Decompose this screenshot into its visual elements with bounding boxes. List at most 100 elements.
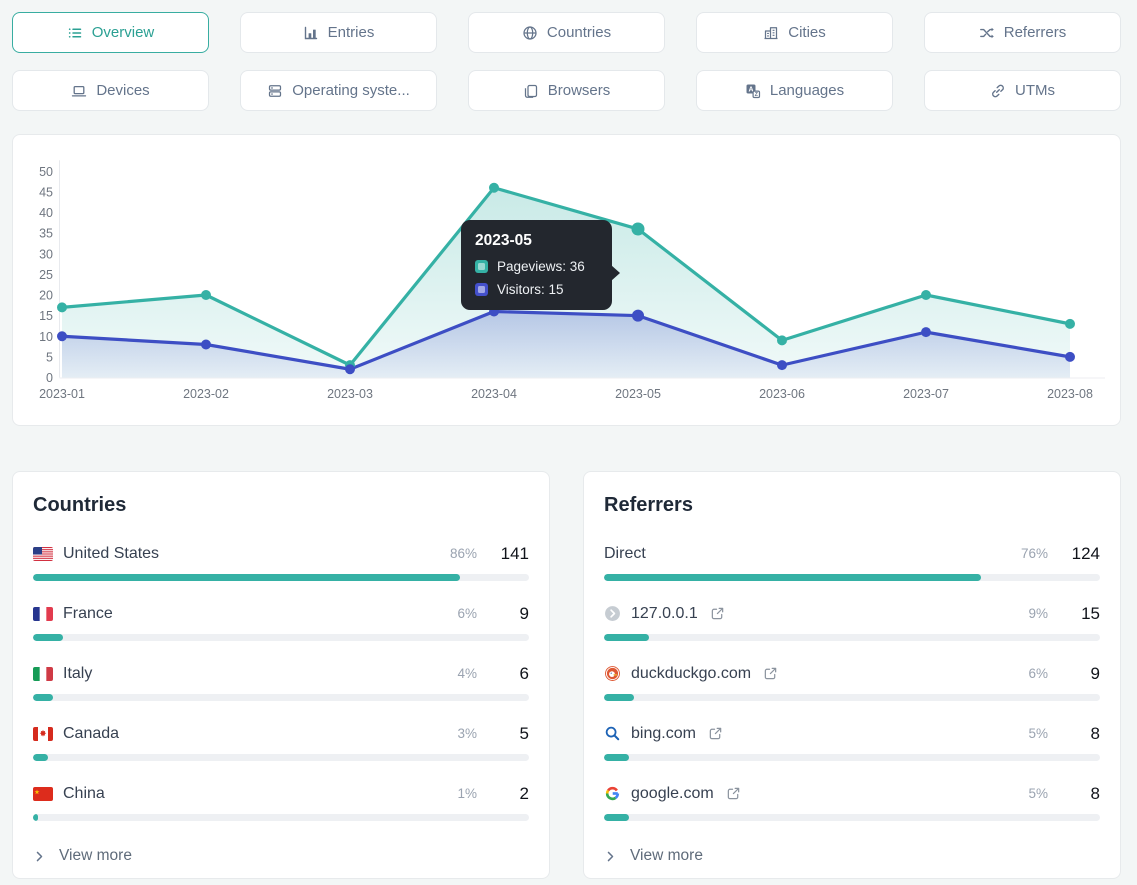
tab-languages[interactable]: AZ Languages	[696, 70, 893, 111]
svg-text:2023-01: 2023-01	[39, 387, 85, 401]
tooltip-pageviews-row: Pageviews: 36	[475, 259, 598, 274]
country-percent: 1%	[457, 786, 477, 801]
tab-label: Countries	[547, 24, 611, 41]
list-icon	[67, 25, 83, 41]
buildings-icon	[763, 25, 779, 41]
bing-favicon-icon	[604, 725, 621, 742]
flag-canada-icon	[33, 727, 53, 741]
countries-card: Countries United States 86% 141 France 6…	[12, 471, 550, 879]
progress-track	[604, 634, 1100, 641]
country-row[interactable]: France 6% 9	[33, 603, 529, 624]
referrer-percent: 5%	[1028, 726, 1048, 741]
flag-italy-icon	[33, 667, 53, 681]
tooltip-arrow	[611, 265, 620, 281]
country-value: 5	[495, 724, 529, 744]
tab-overview[interactable]: Overview	[12, 12, 209, 53]
tab-utms[interactable]: UTMs	[924, 70, 1121, 111]
country-value: 9	[495, 604, 529, 624]
tab-devices[interactable]: Devices	[12, 70, 209, 111]
translate-icon: AZ	[745, 83, 761, 99]
svg-text:2023-06: 2023-06	[759, 387, 805, 401]
referrers-view-more-button[interactable]: View more	[604, 847, 703, 865]
flag-china-icon	[33, 787, 53, 801]
tab-operating-systems[interactable]: Operating syste...	[240, 70, 437, 111]
country-row[interactable]: Canada 3% 5	[33, 723, 529, 744]
tab-cities[interactable]: Cities	[696, 12, 893, 53]
referrer-name: duckduckgo.com	[631, 665, 751, 683]
progress-track	[33, 754, 529, 761]
tab-referrers[interactable]: Referrers	[924, 12, 1121, 53]
shuffle-icon	[979, 25, 995, 41]
svg-text:20: 20	[39, 289, 53, 303]
section-tabs: Overview Entries Countries Cities Referr…	[12, 12, 1121, 111]
country-row[interactable]: Italy 4% 6	[33, 663, 529, 684]
progress-fill	[33, 574, 460, 581]
flag-france-icon	[33, 607, 53, 621]
progress-track	[33, 814, 529, 821]
svg-text:30: 30	[39, 247, 53, 261]
progress-track	[33, 694, 529, 701]
browsers-icon	[523, 83, 539, 99]
country-name: China	[63, 785, 105, 803]
tab-label: Entries	[328, 24, 375, 41]
referrer-row[interactable]: Direct 76% 124	[604, 543, 1100, 564]
country-item: China 1% 2	[33, 783, 529, 821]
tab-entries[interactable]: Entries	[240, 12, 437, 53]
breakdown-cards: Countries United States 86% 141 France 6…	[12, 471, 1121, 879]
chevron-right-icon	[604, 850, 617, 863]
external-link-icon[interactable]	[710, 606, 725, 621]
tab-label: Languages	[770, 82, 844, 99]
tooltip-pageviews-text: Pageviews: 36	[497, 259, 585, 274]
svg-text:0: 0	[46, 371, 53, 385]
svg-text:2023-07: 2023-07	[903, 387, 949, 401]
external-link-icon[interactable]	[708, 726, 723, 741]
svg-text:2023-05: 2023-05	[615, 387, 661, 401]
svg-text:10: 10	[39, 330, 53, 344]
referrer-value: 8	[1066, 784, 1100, 804]
svg-text:5: 5	[46, 350, 53, 364]
tab-label: Cities	[788, 24, 826, 41]
progress-fill	[604, 814, 629, 821]
country-row[interactable]: United States 86% 141	[33, 543, 529, 564]
referrer-percent: 5%	[1028, 786, 1048, 801]
country-row[interactable]: China 1% 2	[33, 783, 529, 804]
referrer-row[interactable]: duckduckgo.com 6% 9	[604, 663, 1100, 684]
referrer-value: 8	[1066, 724, 1100, 744]
progress-track	[33, 634, 529, 641]
tab-label: Browsers	[548, 82, 611, 99]
tab-browsers[interactable]: Browsers	[468, 70, 665, 111]
referrer-row[interactable]: google.com 5% 8	[604, 783, 1100, 804]
analytics-dashboard: Overview Entries Countries Cities Referr…	[0, 0, 1137, 879]
svg-text:15: 15	[39, 309, 53, 323]
country-name: Italy	[63, 665, 92, 683]
progress-fill	[604, 634, 649, 641]
tab-label: Overview	[92, 24, 155, 41]
country-percent: 86%	[450, 546, 477, 561]
country-item: France 6% 9	[33, 603, 529, 641]
tab-countries[interactable]: Countries	[468, 12, 665, 53]
progress-fill	[33, 754, 48, 761]
country-value: 6	[495, 664, 529, 684]
tab-label: UTMs	[1015, 82, 1055, 99]
pageviews-swatch-icon	[475, 260, 488, 273]
progress-fill	[604, 694, 634, 701]
duckduckgo-favicon-icon	[604, 665, 621, 682]
referrer-name: 127.0.0.1	[631, 605, 698, 623]
chart-tooltip: 2023-05 Pageviews: 36 Visitors: 15	[461, 220, 612, 310]
svg-text:45: 45	[39, 185, 53, 199]
tooltip-visitors-row: Visitors: 15	[475, 282, 598, 297]
referrer-percent: 6%	[1028, 666, 1048, 681]
referrer-row[interactable]: 127.0.0.1 9% 15	[604, 603, 1100, 624]
localhost-favicon-icon	[604, 605, 621, 622]
referrers-card: Referrers Direct 76% 124 127.0.0.1 9% 15	[583, 471, 1121, 879]
referrer-row[interactable]: bing.com 5% 8	[604, 723, 1100, 744]
referrer-item: Direct 76% 124	[604, 543, 1100, 581]
external-link-icon[interactable]	[763, 666, 778, 681]
svg-text:40: 40	[39, 206, 53, 220]
countries-view-more-button[interactable]: View more	[33, 847, 132, 865]
tab-label: Operating syste...	[292, 82, 410, 99]
referrer-name: google.com	[631, 785, 714, 803]
external-link-icon[interactable]	[726, 786, 741, 801]
country-item: United States 86% 141	[33, 543, 529, 581]
referrer-item: google.com 5% 8	[604, 783, 1100, 821]
